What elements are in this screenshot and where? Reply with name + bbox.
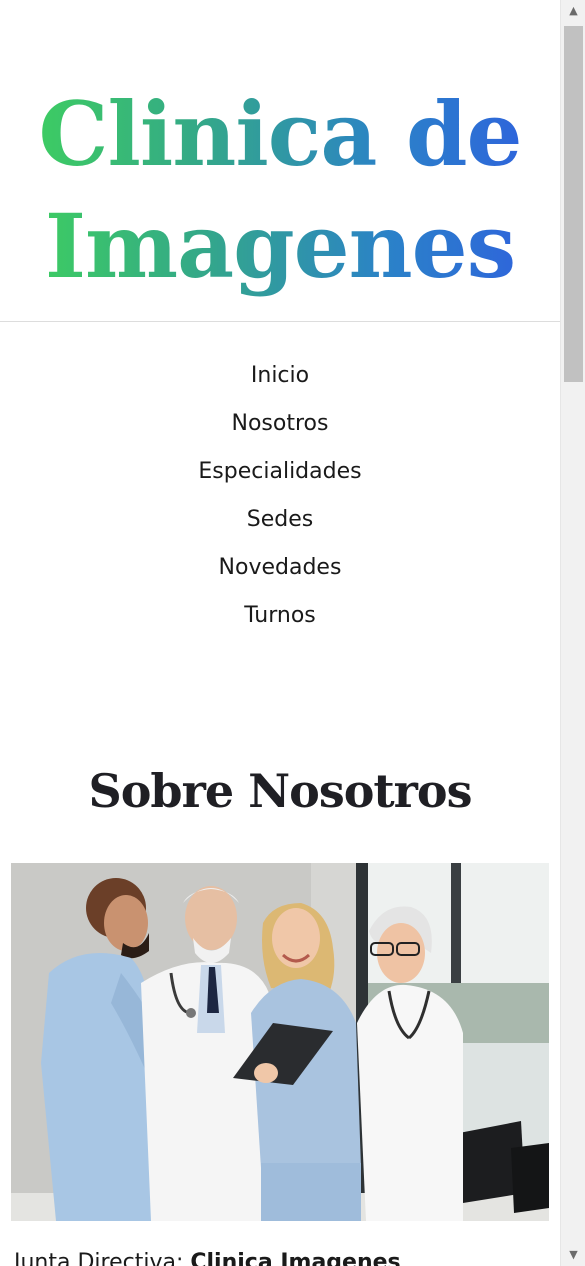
vertical-scrollbar[interactable]: ▲ ▼ xyxy=(560,0,585,1266)
scroll-up-icon[interactable]: ▲ xyxy=(561,0,585,22)
medical-team-photo xyxy=(11,863,549,1221)
page-viewport: Clinica de Imagenes Inicio Nosotros Espe… xyxy=(0,0,560,1266)
board-label: Junta Directiva: xyxy=(14,1250,184,1266)
board-line: Junta Directiva: Clinica Imagenes xyxy=(14,1248,554,1266)
nav-link-nosotros[interactable]: Nosotros xyxy=(0,400,560,448)
scroll-down-icon[interactable]: ▼ xyxy=(561,1244,585,1266)
nav-link-sedes[interactable]: Sedes xyxy=(0,496,560,544)
nav-link-novedades[interactable]: Novedades xyxy=(0,544,560,592)
site-title: Clinica de Imagenes xyxy=(0,78,560,302)
site-title-line-1: Clinica de xyxy=(38,82,522,186)
about-section-title: Sobre Nosotros xyxy=(88,764,473,818)
board-value: Clinica Imagenes xyxy=(190,1250,401,1266)
nav-link-turnos[interactable]: Turnos xyxy=(0,592,560,640)
nav-link-inicio[interactable]: Inicio xyxy=(0,352,560,400)
main-nav: Inicio Nosotros Especialidades Sedes Nov… xyxy=(0,352,560,640)
site-header: Clinica de Imagenes xyxy=(0,0,560,322)
nav-link-especialidades[interactable]: Especialidades xyxy=(0,448,560,496)
scrollbar-thumb[interactable] xyxy=(564,26,583,382)
site-title-line-2: Imagenes xyxy=(44,194,516,298)
